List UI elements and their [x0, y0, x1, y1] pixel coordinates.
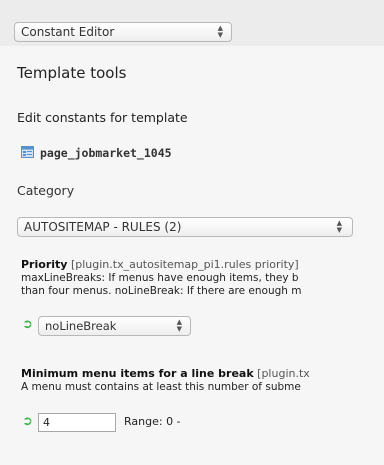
reset-arrow-icon[interactable]: ➲ — [22, 317, 33, 332]
constant-priority-title: Priority — [21, 259, 68, 271]
module-menu-select[interactable]: Constant Editor ▲ ▼ — [14, 22, 232, 42]
select-arrows-icon: ▲ ▼ — [336, 219, 342, 234]
min-items-input[interactable]: 4 — [38, 413, 116, 432]
constant-min-items-path: [plugin.tx — [257, 368, 310, 380]
section-heading: Edit constants for template — [17, 110, 188, 125]
constant-min-items-header: Minimum menu items for a line break [plu… — [21, 368, 384, 380]
module-menu-bar: Constant Editor ▲ ▼ — [0, 0, 384, 46]
constant-priority-path: [plugin.tx_autositemap_pi1.rules priorit… — [70, 259, 299, 271]
priority-select[interactable]: noLineBreak ▲ ▼ — [38, 316, 191, 336]
priority-selected: noLineBreak — [45, 319, 117, 333]
constant-min-items-description: A menu must contains at least this numbe… — [21, 381, 301, 393]
template-name[interactable]: page_jobmarket_1045 — [40, 146, 172, 160]
select-arrows-icon: ▲ ▼ — [176, 318, 182, 333]
constant-priority-description-2: than four menus. noLineBreak: If there a… — [21, 285, 302, 297]
category-select[interactable]: AUTOSITEMAP - RULES (2) ▲ ▼ — [17, 217, 353, 237]
category-label: Category — [17, 183, 75, 198]
constant-priority-description-1: maxLineBreaks: If menus have enough item… — [21, 272, 299, 284]
constant-priority-header: Priority [plugin.tx_autositemap_pi1.rule… — [21, 259, 384, 271]
min-items-range: Range: 0 - — [124, 415, 181, 428]
reset-arrow-icon[interactable]: ➲ — [22, 414, 33, 429]
category-selected: AUTOSITEMAP - RULES (2) — [24, 220, 182, 234]
select-arrows-icon: ▲ ▼ — [217, 24, 223, 39]
constant-min-items-title: Minimum menu items for a line break — [21, 368, 254, 380]
module-menu-selected: Constant Editor — [21, 25, 115, 39]
page-title: Template tools — [17, 64, 127, 82]
template-page-icon — [21, 146, 34, 158]
